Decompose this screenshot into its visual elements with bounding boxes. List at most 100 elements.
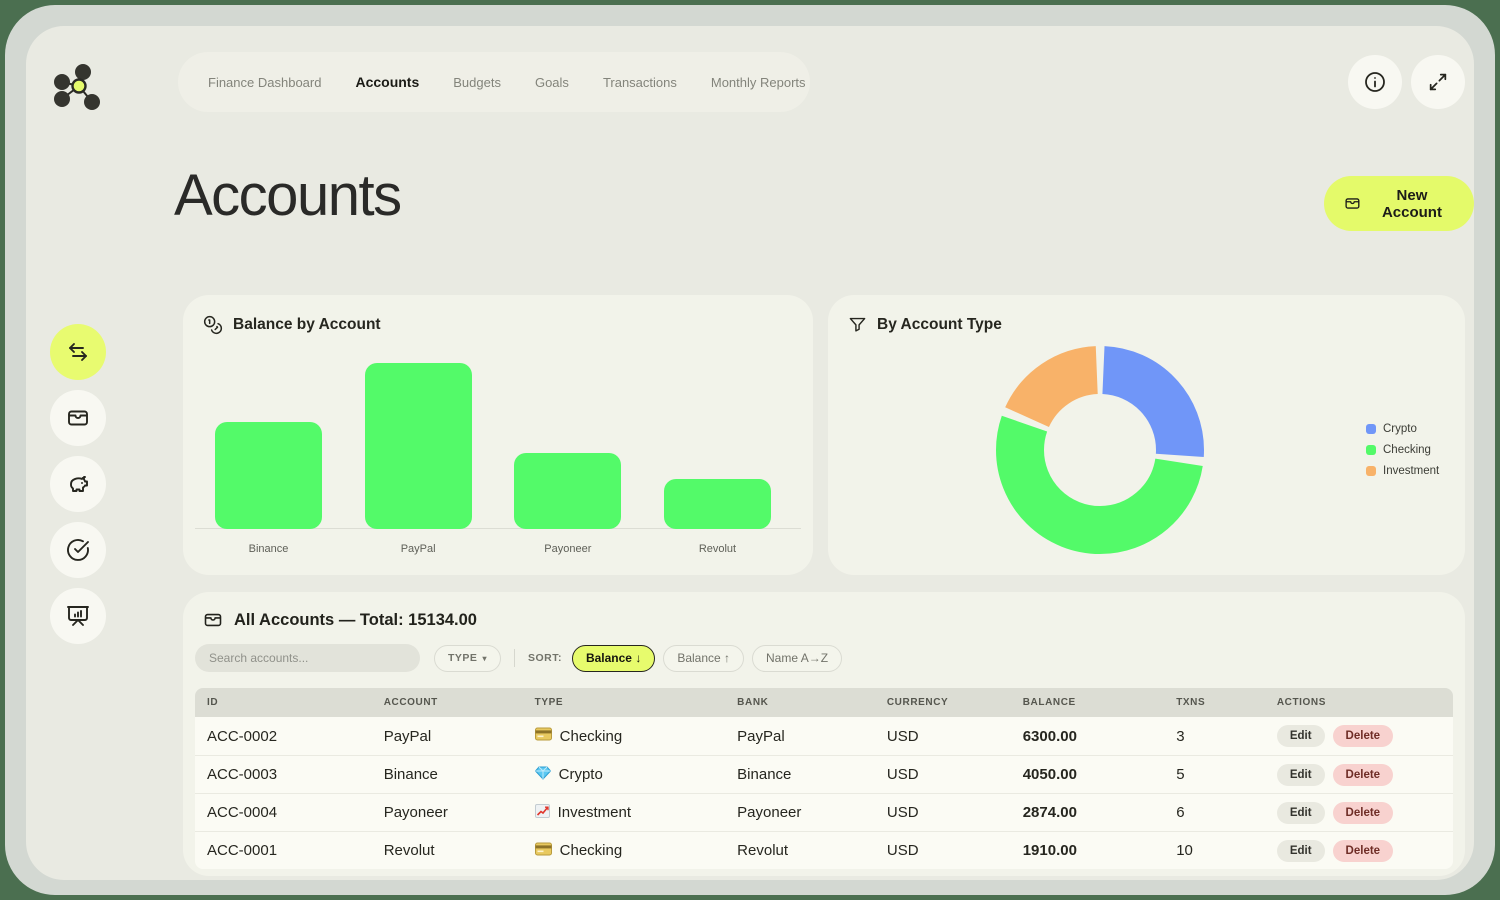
table-body: ACC-0002 PayPal Checking PayPal USD 6300.00 3 E… [195, 717, 1453, 869]
column-header-bank: BANK [737, 697, 769, 708]
chart-up-icon [534, 803, 550, 822]
chevron-down-icon: ▾ [482, 653, 487, 663]
edit-button[interactable]: Edit [1276, 839, 1325, 862]
cell-actions: Edit Delete [1276, 839, 1453, 862]
card-icon [534, 842, 552, 860]
column-header-type: TYPE [534, 697, 564, 708]
accounts-table: ID ACCOUNT TYPE BANK CURRENCY BALANCE TXNS ACTI… [195, 688, 1453, 869]
sidebar-item-transactions[interactable] [50, 324, 106, 380]
cell-actions: Edit Delete [1276, 725, 1453, 747]
cell-currency: USD [886, 727, 919, 745]
table-row: ACC-0002 PayPal Checking PayPal USD 6300.00 3 E… [195, 717, 1453, 755]
tab-goals[interactable]: Goals [535, 75, 569, 90]
section-title: All Accounts — Total: 15134.00 [234, 610, 477, 629]
cell-account: Payoneer [383, 804, 448, 821]
delete-button[interactable]: Delete [1332, 839, 1394, 862]
cell-currency: USD [886, 804, 919, 821]
sidebar-item-goals[interactable] [50, 522, 106, 578]
info-icon [1365, 72, 1385, 92]
tab-transactions[interactable]: Transactions [603, 75, 677, 90]
cell-account: PayPal [383, 727, 432, 745]
column-header-actions: ACTIONS [1276, 697, 1327, 708]
cell-id: ACC-0003 [207, 766, 278, 783]
type-filter-label: TYPE [448, 652, 478, 664]
edit-button[interactable]: Edit [1276, 763, 1325, 786]
tab-monthly-reports[interactable]: Monthly Reports [711, 75, 806, 90]
delete-button[interactable]: Delete [1332, 763, 1394, 786]
cell-txns: 10 [1176, 842, 1193, 859]
sidebar [50, 324, 106, 644]
bar-category-label: Revolut [698, 543, 737, 555]
type-filter-button[interactable]: TYPE ▾ [434, 644, 501, 672]
bar-paypal: PayPal [364, 363, 472, 555]
sort-option-balance-[interactable]: Balance ↓ [571, 644, 656, 672]
bar-category-label: Payoneer [544, 543, 592, 555]
sidebar-item-budgets[interactable] [50, 456, 106, 512]
column-header-txns: TXNS [1176, 697, 1206, 708]
legend-item-crypto: Crypto [1366, 423, 1439, 435]
delete-button[interactable]: Delete [1332, 725, 1394, 747]
cell-balance: 1910.00 [1022, 842, 1077, 859]
sort-label: SORT: [527, 652, 562, 664]
legend-swatch [1366, 424, 1376, 434]
tab-accounts[interactable]: Accounts [355, 74, 419, 90]
bar-chart: Binance PayPal Payoneer Revolut [215, 359, 771, 555]
cell-actions: Edit Delete [1276, 763, 1453, 786]
cell-id: ACC-0001 [207, 842, 278, 859]
legend-label: Crypto [1383, 423, 1417, 435]
column-header-balance: BALANCE [1022, 697, 1076, 708]
bar-binance: Binance [215, 422, 322, 555]
sidebar-item-reports[interactable] [50, 588, 106, 644]
wallet-icon [204, 613, 222, 627]
edit-button[interactable]: Edit [1276, 801, 1325, 824]
bar-category-label: Binance [248, 543, 289, 555]
expand-icon [1429, 73, 1447, 91]
cell-txns: 3 [1176, 727, 1185, 745]
bar-revolut: Revolut [663, 479, 771, 555]
legend-label: Investment [1383, 465, 1440, 477]
table-toolbar: TYPE ▾ SORT: Balance ↓Balance ↑Name A→Z [195, 643, 850, 673]
card-title: Balance by Account [233, 316, 381, 333]
app-logo[interactable] [50, 56, 110, 116]
edit-button[interactable]: Edit [1276, 725, 1325, 747]
type-label: Crypto [558, 766, 603, 783]
all-accounts-card: All Accounts — Total: 15134.00 TYPE ▾ SO… [183, 592, 1465, 876]
table-row: ACC-0004 Payoneer Investment Payoneer USD 287… [195, 793, 1453, 831]
cell-balance: 6300.00 [1022, 727, 1077, 745]
top-nav: Finance Dashboard Accounts Budgets Goals Tra… [178, 52, 810, 112]
cell-type: Investment [534, 803, 738, 822]
table-row: ACC-0003 Binance Crypto Binance USD 4050.00 5 E… [195, 755, 1453, 793]
cell-type: Crypto [534, 766, 738, 784]
legend-item-checking: Checking [1366, 444, 1439, 456]
legend-item-investment: Investment [1366, 465, 1439, 477]
cell-account: Binance [383, 766, 438, 783]
gem-icon [534, 766, 551, 784]
tab-budgets[interactable]: Budgets [453, 75, 501, 90]
sidebar-item-accounts[interactable] [50, 390, 106, 446]
legend-swatch [1366, 445, 1376, 455]
sort-option-name-a-z[interactable]: Name A→Z [752, 644, 843, 672]
type-label: Checking [559, 842, 623, 859]
legend-swatch [1366, 466, 1376, 476]
donut-chart [996, 346, 1204, 554]
new-account-button[interactable]: New Account [1324, 176, 1474, 231]
bar-category-label: PayPal [400, 543, 436, 555]
search-input[interactable] [195, 644, 420, 672]
wallet-icon [68, 410, 88, 426]
table-row: ACC-0001 Revolut Checking Revolut USD 1910.00… [195, 831, 1453, 869]
molecule-icon [54, 64, 100, 110]
goal-target-icon [67, 539, 89, 561]
by-account-type-card: By Account Type Crypto Checking Investment [828, 295, 1465, 575]
cell-id: ACC-0002 [207, 727, 278, 745]
toolbar-divider [513, 649, 515, 667]
column-header-id: ID [207, 697, 219, 708]
cell-account: Revolut [383, 842, 435, 859]
sort-option-balance-[interactable]: Balance ↑ [663, 644, 745, 672]
tab-finance-dashboard[interactable]: Finance Dashboard [208, 75, 321, 90]
fullscreen-button[interactable] [1411, 55, 1465, 109]
chart-legend: Crypto Checking Investment [1366, 423, 1439, 477]
coins-icon [203, 315, 223, 335]
column-header-account: ACCOUNT [383, 697, 438, 708]
delete-button[interactable]: Delete [1332, 801, 1394, 824]
info-button[interactable] [1348, 55, 1402, 109]
